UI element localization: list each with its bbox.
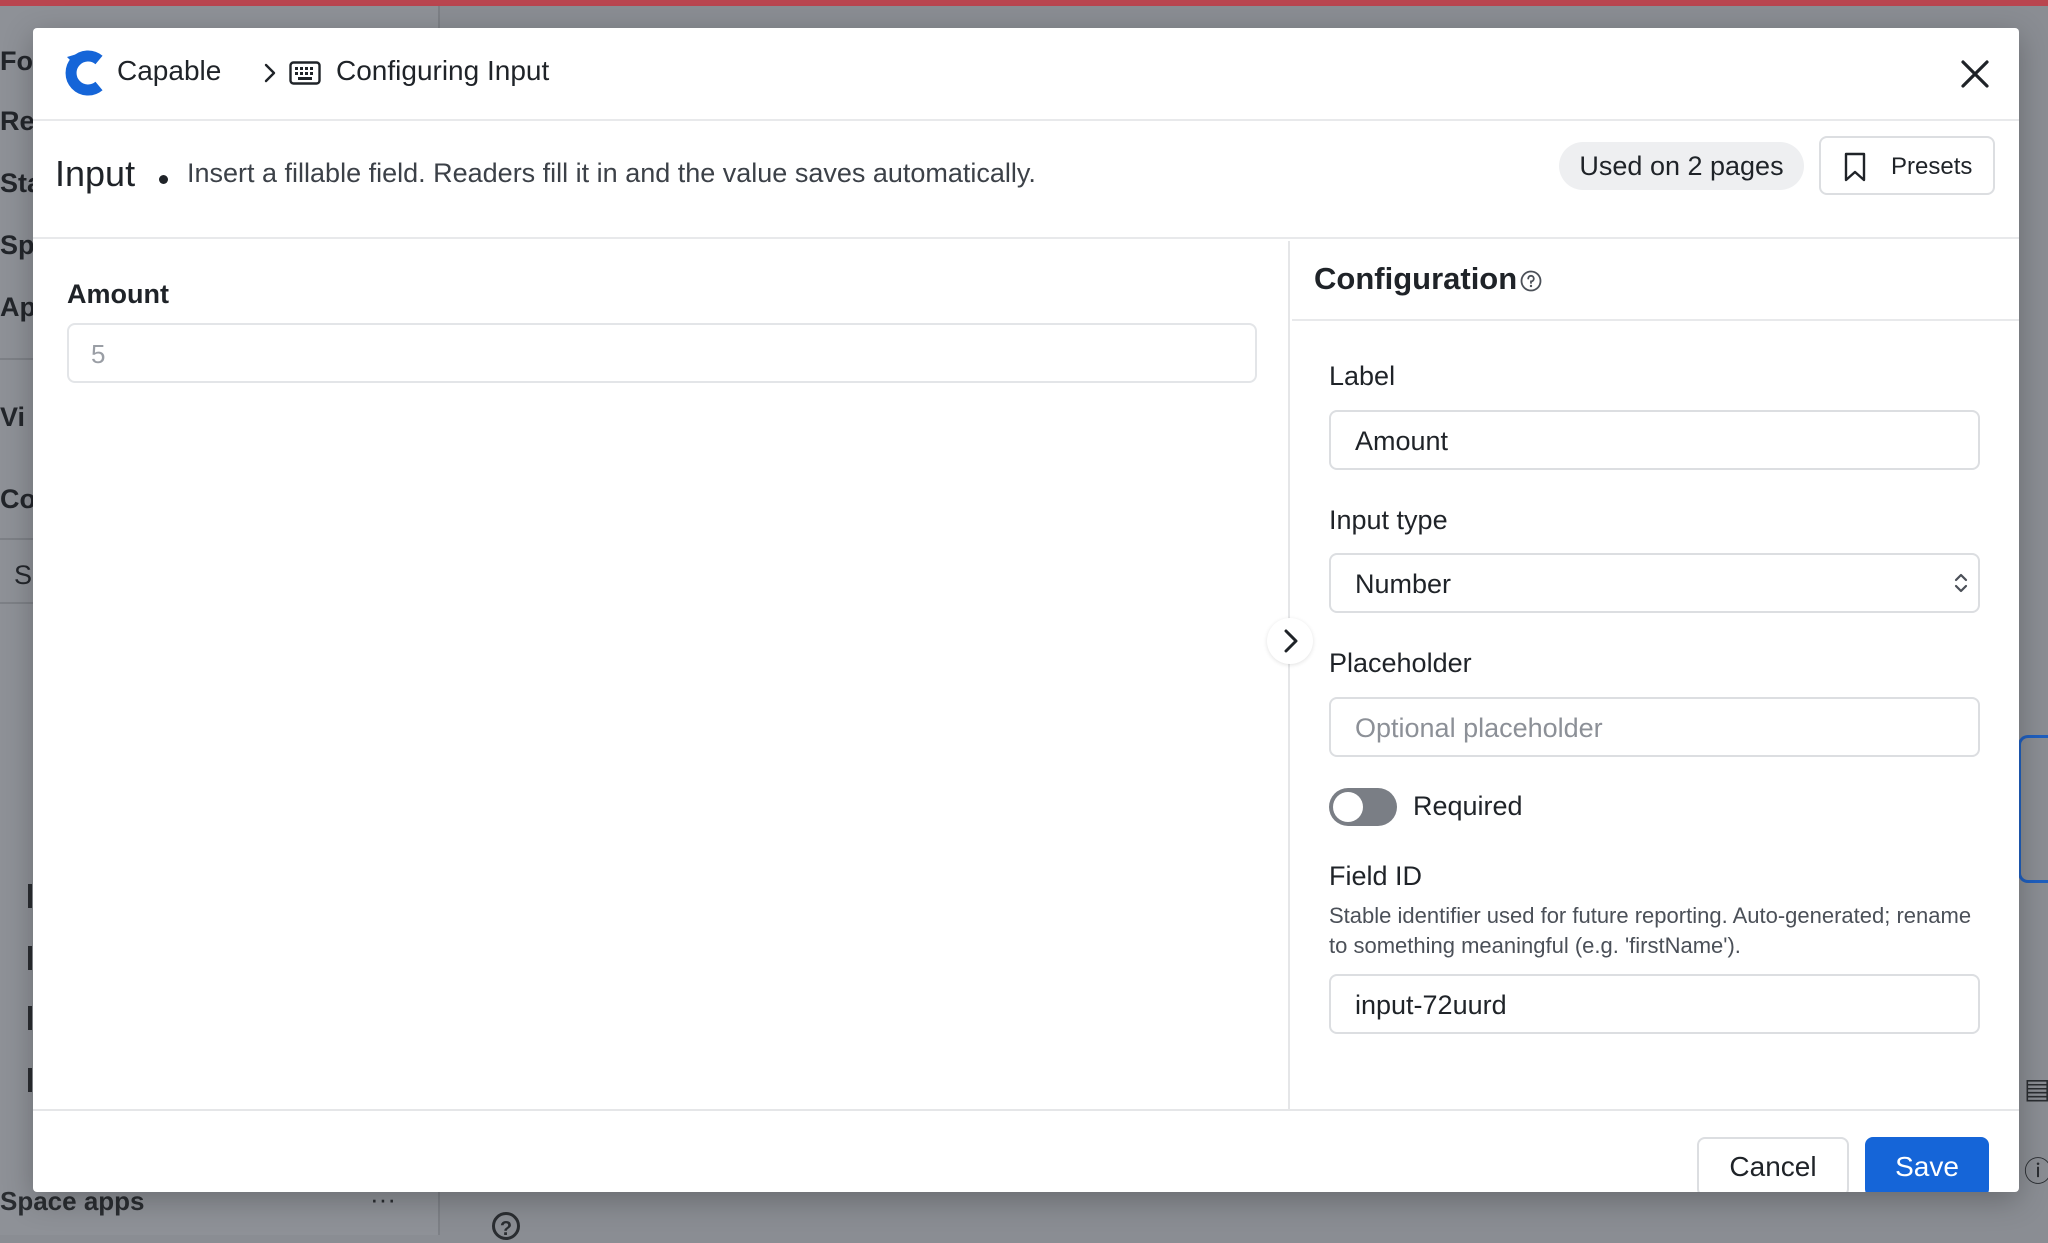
- sidebar-marker: [28, 1068, 32, 1092]
- component-summary-bar: Input Insert a fillable field. Readers f…: [33, 121, 2019, 239]
- placeholder-input-hint: Optional placeholder: [1355, 713, 1603, 743]
- label-input-value: Amount: [1355, 426, 1449, 456]
- required-toggle[interactable]: [1329, 788, 1397, 826]
- preview-pane: Amount 5: [33, 241, 1290, 1109]
- capable-logo-icon: [65, 50, 103, 96]
- field-id-value: input-72uurd: [1355, 990, 1507, 1020]
- component-description: Insert a fillable field. Readers fill it…: [187, 158, 1036, 188]
- background-panel-edge: [2018, 735, 2048, 883]
- save-button[interactable]: Save: [1865, 1137, 1989, 1192]
- comment-icon: ▤: [2024, 1073, 2048, 1104]
- sidebar-item: Fo: [0, 46, 33, 76]
- bookmark-icon: [1844, 152, 1866, 182]
- configuration-header: Configuration: [1292, 241, 2019, 321]
- preview-input[interactable]: 5: [67, 323, 1257, 383]
- close-icon[interactable]: [1953, 52, 1997, 96]
- breadcrumb-app[interactable]: Capable: [117, 55, 221, 87]
- sidebar-marker: [28, 884, 32, 908]
- preview-input-placeholder: 5: [91, 339, 106, 369]
- sidebar-item: Co: [0, 484, 36, 514]
- keyboard-icon: [289, 61, 321, 85]
- usage-badge[interactable]: Used on 2 pages: [1559, 142, 1804, 190]
- configuration-panel: Configuration Label Amount Input type Nu…: [1292, 241, 2019, 1109]
- field-id-help-text: Stable identifier used for future report…: [1329, 903, 1972, 958]
- cancel-button[interactable]: Cancel: [1697, 1137, 1849, 1192]
- input-type-select[interactable]: Number: [1329, 553, 1980, 613]
- input-type-selected-value: Number: [1355, 569, 1452, 599]
- placeholder-field-label: Placeholder: [1329, 648, 1472, 678]
- configuration-title: Configuration: [1314, 261, 1518, 296]
- help-icon: ?: [492, 1212, 520, 1240]
- sidebar-marker: [28, 1006, 32, 1030]
- component-title: Input: [55, 153, 136, 194]
- dialog-header: Capable Configuring Input: [33, 28, 2019, 121]
- sidebar-item: Re: [0, 106, 35, 136]
- field-id-input[interactable]: input-72uurd: [1329, 974, 1980, 1034]
- sidebar-item: Sp: [0, 230, 35, 260]
- dialog-footer: Cancel Save: [33, 1109, 2019, 1192]
- separator-dot: [159, 175, 168, 184]
- placeholder-input[interactable]: Optional placeholder: [1329, 697, 1980, 757]
- sidebar-marker: [28, 946, 32, 970]
- preview-field-label: Amount: [67, 279, 169, 309]
- input-type-field-label: Input type: [1329, 505, 1448, 535]
- toggle-knob: [1333, 792, 1363, 822]
- chevron-right-icon: [264, 63, 276, 83]
- breadcrumb-current-page: Configuring Input: [336, 55, 550, 86]
- sidebar-item: Vi: [0, 402, 26, 432]
- select-arrows-icon: [1954, 573, 1968, 593]
- presets-label: Presets: [1891, 153, 1973, 180]
- help-circle-icon[interactable]: [1520, 270, 1542, 292]
- label-input[interactable]: Amount: [1329, 410, 1980, 470]
- field-id-label: Field ID: [1329, 861, 1423, 891]
- presets-button[interactable]: Presets: [1819, 136, 1995, 195]
- required-toggle-label: Required: [1413, 791, 1523, 821]
- info-icon: ⓘ: [2024, 1156, 2048, 1187]
- sidebar-search: S: [14, 560, 33, 590]
- label-field-label: Label: [1329, 361, 1396, 391]
- configure-input-dialog: Capable Configuring Input Input Insert a…: [33, 28, 2019, 1192]
- sidebar-item: Ap: [0, 292, 36, 322]
